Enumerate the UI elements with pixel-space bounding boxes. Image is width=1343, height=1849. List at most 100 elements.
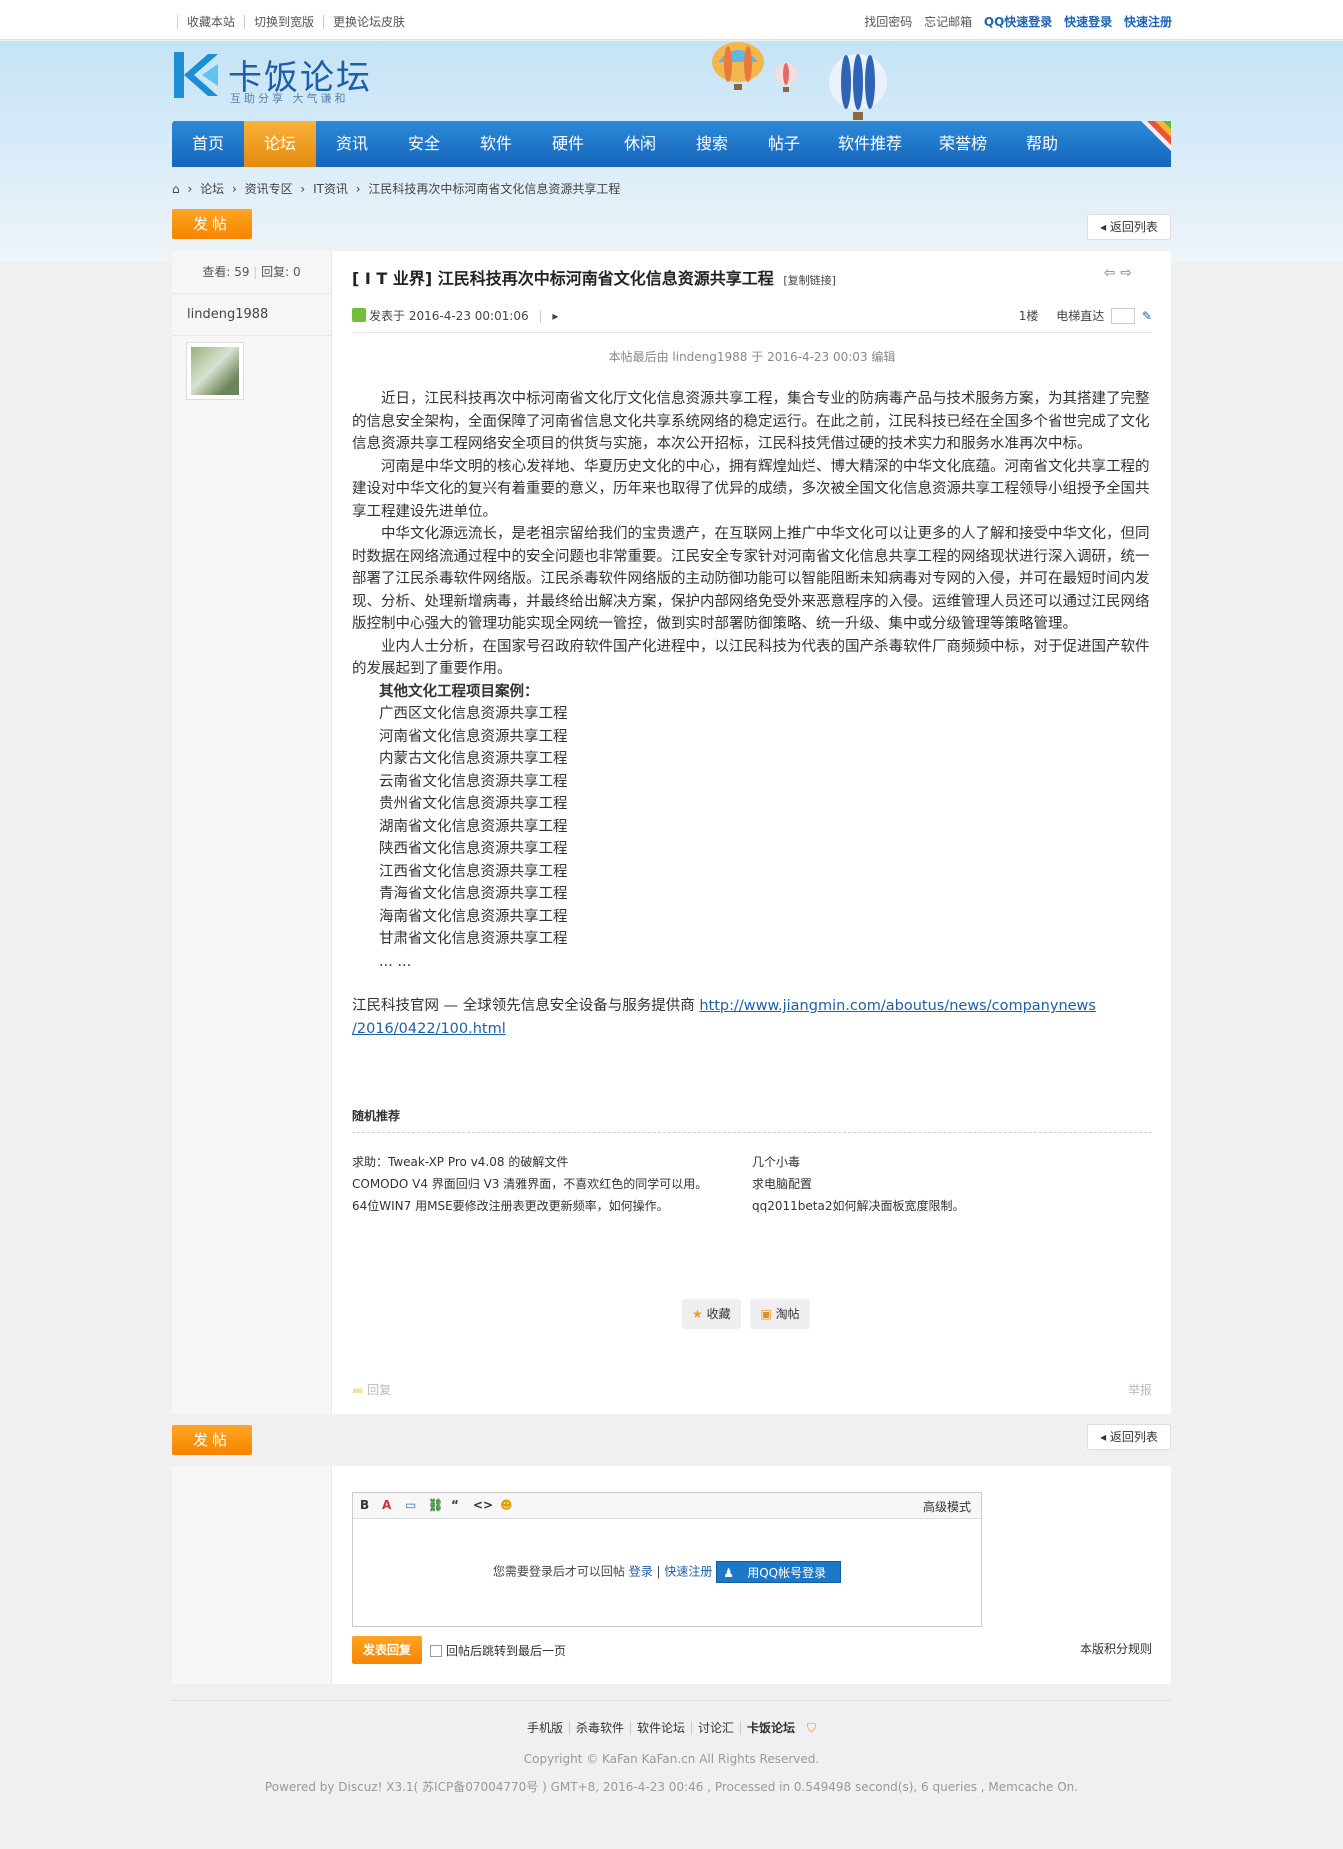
random-link[interactable]: COMODO V4 界面回归 V3 清雅界面，不喜欢红色的同学可以用。 <box>352 1173 707 1195</box>
nav-item-hardware[interactable]: 硬件 <box>532 121 604 167</box>
nav-item-software[interactable]: 软件 <box>460 121 532 167</box>
balloon-decoration-large-icon <box>829 54 887 120</box>
post-actions: ★ 收藏 ▣ 淘帖 <box>682 1299 816 1329</box>
breadcrumb-separator: › <box>231 182 237 196</box>
breadcrumb-separator: › <box>187 182 193 196</box>
footer-link-mobile[interactable]: 手机版 <box>521 1721 569 1735</box>
copy-link-button[interactable]: [复制链接] <box>783 274 836 287</box>
case-item: 海南省文化信息资源共享工程 <box>379 908 568 925</box>
submit-reply-button[interactable]: 发表回复 <box>352 1636 422 1664</box>
font-color-icon[interactable]: A <box>382 1498 391 1512</box>
thread-title: [ I T 业界] 江民科技再次中标河南省文化信息资源共享工程 [复制链接] ⇦… <box>352 265 1132 289</box>
posted-label: 发表于 <box>369 309 406 323</box>
checkbox-box[interactable] <box>430 1645 442 1657</box>
change-skin-link[interactable]: 更换论坛皮肤 <box>323 15 415 29</box>
nav-item-recommended[interactable]: 软件推荐 <box>820 121 920 167</box>
favorite-label: 收藏 <box>706 1307 731 1321</box>
site-logo[interactable]: 卡饭论坛 互助分享 大气谦和 <box>172 48 382 106</box>
report-link[interactable]: 举报 <box>1128 1381 1152 1398</box>
random-link[interactable]: 64位WIN7 用MSE要修改注册表更改更新频率，如何操作。 <box>352 1195 707 1217</box>
login-link[interactable]: 登录 <box>629 1565 653 1579</box>
breadcrumb-it-news[interactable]: IT资讯 <box>313 182 348 196</box>
random-link[interactable]: qq2011beta2如何解决面板宽度限制。 <box>752 1195 964 1217</box>
nav-item-leisure[interactable]: 休闲 <box>604 121 676 167</box>
main-nav: 首页 论坛 资讯 安全 软件 硬件 休闲 搜索 帖子 软件推荐 荣誉榜 帮助 <box>172 121 1171 167</box>
image-icon[interactable]: ▭ <box>405 1498 416 1512</box>
avatar[interactable] <box>186 342 244 400</box>
advanced-mode-link[interactable]: 高级模式 <box>923 1498 971 1515</box>
code-icon[interactable]: <> <box>473 1498 493 1512</box>
floor-number: 1楼 <box>1018 309 1039 323</box>
footer-link-software-forum[interactable]: 软件论坛 <box>629 1721 691 1735</box>
top-bar-left: 收藏本站 切换到宽版 更换论坛皮肤 <box>177 13 415 30</box>
random-link[interactable]: 几个小毒 <box>752 1151 964 1173</box>
author-name[interactable]: lindeng1988 <box>172 294 331 336</box>
wide-mode-link[interactable]: 切换到宽版 <box>244 15 324 29</box>
nav-item-search[interactable]: 搜索 <box>676 121 748 167</box>
new-post-button[interactable]: 发帖 <box>172 209 252 239</box>
jump-last-checkbox[interactable]: 回帖后跳转到最后一页 <box>430 1642 566 1659</box>
nav-item-news[interactable]: 资讯 <box>316 121 388 167</box>
thread-title-text: 江民科技再次中标河南省文化信息资源共享工程 <box>437 269 774 288</box>
quick-login-link[interactable]: 快速登录 <box>1064 15 1112 29</box>
home-icon[interactable]: ⌂ <box>172 182 180 196</box>
footer-link-discussion[interactable]: 讨论汇 <box>691 1721 741 1735</box>
taotie-button[interactable]: ▣ 淘帖 <box>750 1299 810 1329</box>
new-post-button-bottom[interactable]: 发帖 <box>172 1425 252 1455</box>
back-to-list-label: 返回列表 <box>1109 1430 1158 1444</box>
replies-label: 回复: <box>261 265 290 279</box>
footer-link-kafan[interactable]: 卡饭论坛 <box>740 1721 802 1735</box>
kafan-logo-icon <box>174 52 218 98</box>
favorite-site-link[interactable]: 收藏本站 <box>177 15 245 29</box>
reply-link[interactable]: ▬ 回复 <box>352 1383 391 1397</box>
back-to-list-button-bottom[interactable]: ◂ 返回列表 <box>1087 1424 1171 1450</box>
official-site-link-cont[interactable]: /2016/0422/100.html <box>352 1021 506 1037</box>
prev-thread-icon[interactable]: ⇦ <box>1104 265 1116 281</box>
random-link[interactable]: 求助：Tweak-XP Pro v4.08 的破解文件 <box>352 1151 707 1173</box>
back-to-list-button[interactable]: ◂ 返回列表 <box>1087 214 1171 240</box>
nav-item-threads[interactable]: 帖子 <box>748 121 820 167</box>
case-item: 陕西省文化信息资源共享工程 <box>379 841 568 857</box>
favorite-button[interactable]: ★ 收藏 <box>682 1299 741 1329</box>
skin-corner-icon[interactable] <box>1141 121 1171 151</box>
breadcrumb-news-area[interactable]: 资讯专区 <box>245 182 293 196</box>
nav-item-home[interactable]: 首页 <box>172 121 244 167</box>
footer-link-antivirus[interactable]: 杀毒软件 <box>568 1721 630 1735</box>
forgot-email-link[interactable]: 忘记邮箱 <box>924 15 972 29</box>
qq-penguin-icon: ♟ <box>723 1566 734 1580</box>
thread-category[interactable]: [ I T 业界] <box>352 269 432 288</box>
post-meta: 发表于 2016-4-23 00:01:06 | ▸ 1楼 电梯直达 ✎ <box>352 303 1152 333</box>
edited-note: 本帖最后由 lindeng1988 于 2016-4-23 00:03 编辑 <box>608 350 896 364</box>
board-rules-link[interactable]: 本版积分规则 <box>1080 1640 1152 1657</box>
nav-item-security[interactable]: 安全 <box>388 121 460 167</box>
next-thread-icon[interactable]: ⇨ <box>1120 265 1132 281</box>
play-icon[interactable]: ▸ <box>552 309 558 323</box>
quick-register-link[interactable]: 快速注册 <box>1124 15 1172 29</box>
qq-login-button[interactable]: ♟ 用QQ帐号登录 <box>716 1561 842 1583</box>
posted-time: 2016-4-23 00:01:06 <box>408 309 529 323</box>
random-link[interactable]: 求电脑配置 <box>752 1173 964 1195</box>
login-required-message: 您需要登录后才可以回帖 登录 | 快速注册 ♟ 用QQ帐号登录 <box>353 1561 981 1583</box>
breadcrumb-forum[interactable]: 论坛 <box>200 182 224 196</box>
nav-item-help[interactable]: 帮助 <box>1006 121 1078 167</box>
breadcrumb-current-thread[interactable]: 江民科技再次中标河南省文化信息资源共享工程 <box>368 182 620 196</box>
qq-login-link[interactable]: QQ快速登录 <box>984 15 1052 29</box>
elevator-input[interactable] <box>1111 308 1136 324</box>
quote-icon[interactable]: “ <box>451 1498 459 1512</box>
ellipsis: ... ... <box>379 953 412 970</box>
find-password-link[interactable]: 找回密码 <box>864 15 912 29</box>
post-author-sidebar: 查看: 59 | 回复: 0 lindeng1988 <box>172 251 332 1414</box>
nav-item-forum[interactable]: 论坛 <box>244 121 316 167</box>
register-link[interactable]: 快速注册 <box>664 1565 712 1579</box>
smiley-icon[interactable]: ☻ <box>500 1498 513 1512</box>
elevator-go-icon[interactable]: ✎ <box>1142 309 1152 323</box>
official-site-link[interactable]: http://www.jiangmin.com/aboutus/news/com… <box>699 998 1096 1014</box>
bold-icon[interactable]: B <box>360 1498 369 1512</box>
case-item: 湖南省文化信息资源共享工程 <box>379 818 568 835</box>
post-paragraph: 近日，江民科技再次中标河南省文化厅文化信息资源共享工程，集合专业的防病毒产品与技… <box>352 391 1150 452</box>
link-icon[interactable]: ⛓ <box>428 1498 443 1512</box>
logo-subtitle: 互助分享 大气谦和 <box>230 92 349 105</box>
random-recommend-heading: 随机推荐 <box>352 1107 1152 1133</box>
nav-item-honor[interactable]: 荣誉榜 <box>920 121 1006 167</box>
quick-reply-box: B A ▭ ⛓ “ <> ☻ 高级模式 您需要登录后才可以回帖 登录 | 快速注… <box>172 1466 1171 1684</box>
